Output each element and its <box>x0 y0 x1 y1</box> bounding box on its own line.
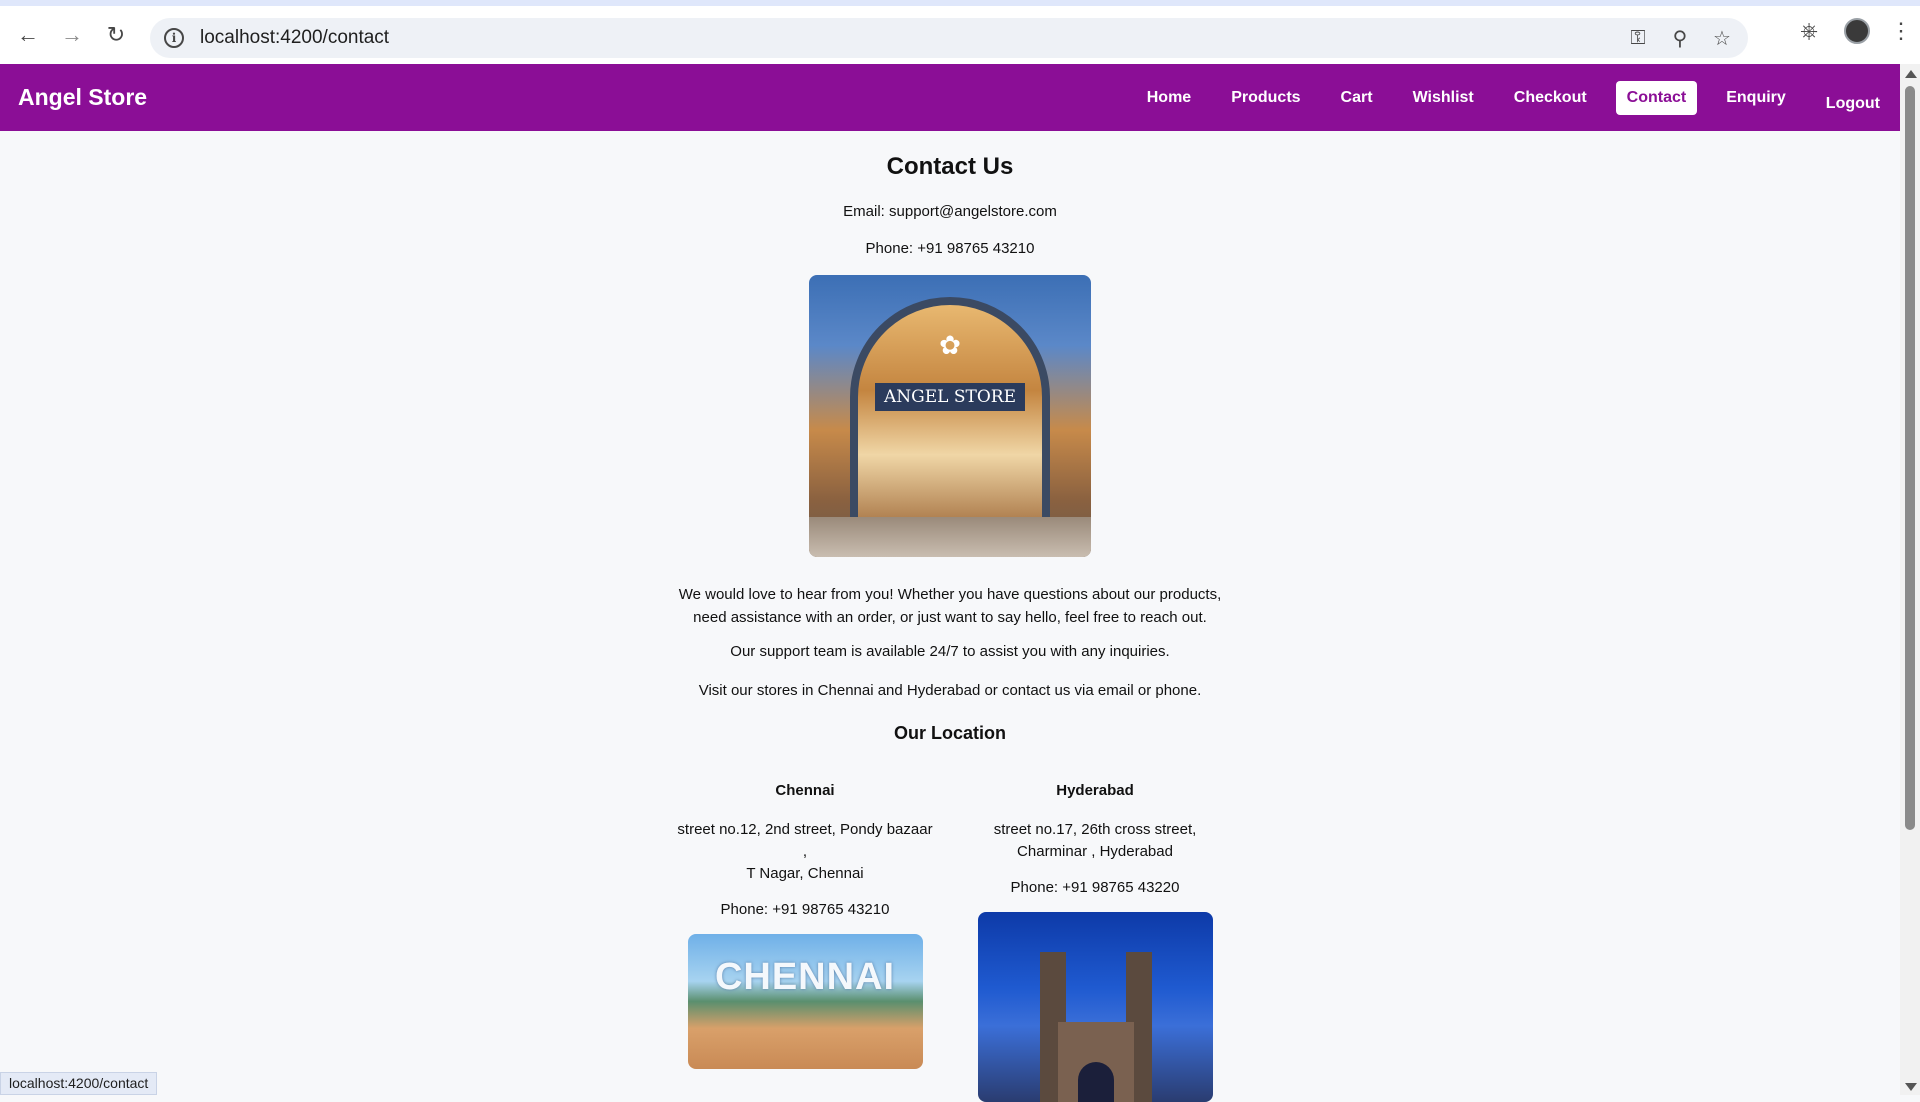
nav-enquiry[interactable]: Enquiry <box>1715 81 1797 115</box>
logout-button[interactable]: Logout <box>1815 87 1891 121</box>
reload-icon[interactable]: ↻ <box>94 13 138 57</box>
store-sign: ANGEL STORE <box>875 383 1025 411</box>
intro-line-2: need assistance with an order, or just w… <box>693 609 1207 626</box>
contact-phone: Phone: +91 98765 43210 <box>865 240 1035 257</box>
location-address: street no.12, 2nd street, Pondy bazaar ,… <box>676 819 934 885</box>
scroll-down-icon[interactable] <box>1905 1083 1917 1091</box>
locations-title: Our Location <box>894 723 1006 743</box>
address-line-2: Charminar , Hyderabad <box>1017 843 1173 860</box>
location-city: Chennai <box>775 782 835 799</box>
location-card-chennai: Chennai street no.12, 2nd street, Pondy … <box>676 782 934 1102</box>
location-city: Hyderabad <box>1056 782 1134 799</box>
intro-paragraph: We would love to hear from you! Whether … <box>0 583 1900 629</box>
nav-wishlist[interactable]: Wishlist <box>1402 81 1485 115</box>
chennai-image-text: CHENNAI <box>714 956 896 998</box>
location-phone: Phone: +91 98765 43220 <box>1010 879 1180 896</box>
location-phone: Phone: +91 98765 43210 <box>720 901 890 918</box>
nav-cart[interactable]: Cart <box>1330 81 1384 115</box>
angel-wings-icon: ✿ <box>939 330 961 360</box>
more-menu-icon[interactable]: ⋮ <box>1890 18 1912 44</box>
location-address: street no.17, 26th cross street, Charmin… <box>966 819 1224 863</box>
nav-home[interactable]: Home <box>1136 81 1202 115</box>
scroll-up-icon[interactable] <box>1905 70 1917 78</box>
zoom-icon[interactable]: ⚲ <box>1666 24 1694 52</box>
site-info-icon[interactable]: i <box>164 28 184 48</box>
back-arrow-icon[interactable]: ← <box>6 13 50 57</box>
app-navbar: Angel Store Home Products Cart Wishlist … <box>0 64 1900 131</box>
address-line-2: T Nagar, Chennai <box>746 865 864 882</box>
nav-products[interactable]: Products <box>1220 81 1311 115</box>
key-icon[interactable]: ⚿ <box>1624 24 1652 52</box>
address-line-1: street no.17, 26th cross street, <box>993 821 1197 838</box>
contact-page: Contact Us Email: support@angelstore.com… <box>0 131 1900 1102</box>
profile-avatar[interactable] <box>1844 18 1870 44</box>
url-text[interactable]: localhost:4200/contact <box>200 27 389 49</box>
nav-links: Home Products Cart Wishlist Checkout Con… <box>1127 64 1900 131</box>
chennai-image: CHENNAI <box>687 934 923 1069</box>
nav-checkout[interactable]: Checkout <box>1503 81 1598 115</box>
scrollbar-thumb[interactable] <box>1905 86 1915 830</box>
charminar-arch <box>1077 1062 1114 1102</box>
brand-logo[interactable]: Angel Store <box>18 84 147 111</box>
visit-paragraph: Visit our stores in Chennai and Hyderaba… <box>698 682 1202 699</box>
address-bar[interactable]: i localhost:4200/contact ⚿ ⚲ ☆ <box>150 18 1748 58</box>
address-line-1: street no.12, 2nd street, Pondy bazaar , <box>677 821 933 860</box>
page-scrollbar[interactable] <box>1900 64 1920 1095</box>
nav-contact[interactable]: Contact <box>1615 80 1698 115</box>
store-front-image: ✿ ANGEL STORE <box>809 275 1091 557</box>
location-card-hyderabad: Hyderabad street no.17, 26th cross stree… <box>966 782 1224 1102</box>
status-bar-url: localhost:4200/contact <box>0 1072 158 1095</box>
contact-email: Email: support@angelstore.com <box>843 203 1057 220</box>
page-title: Contact Us <box>886 153 1014 180</box>
support-paragraph: Our support team is available 24/7 to as… <box>730 643 1170 660</box>
bookmark-star-icon[interactable]: ☆ <box>1708 24 1736 52</box>
intro-line-1: We would love to hear from you! Whether … <box>678 586 1222 603</box>
browser-toolbar: ← → ↻ i localhost:4200/contact ⚿ ⚲ ☆ ⎈ ⋮ <box>0 0 1920 64</box>
locations-grid: Chennai street no.12, 2nd street, Pondy … <box>0 782 1900 1102</box>
extensions-icon[interactable]: ⎈ <box>1794 18 1824 44</box>
store-floor <box>809 517 1091 557</box>
hyderabad-image <box>977 912 1213 1102</box>
forward-arrow-icon[interactable]: → <box>50 13 94 57</box>
